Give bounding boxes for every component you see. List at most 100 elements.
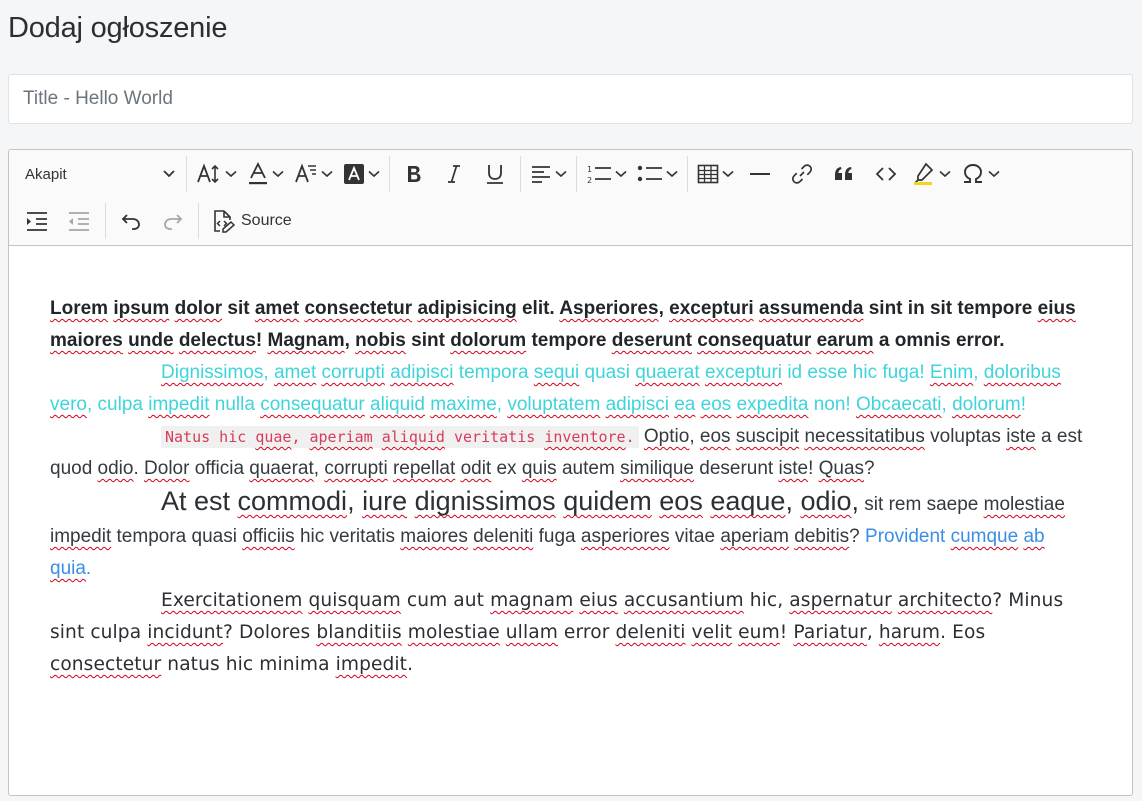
spellcheck-word: dolorum [952,394,1021,415]
bulleted-list-button[interactable] [632,156,683,192]
font-size-icon [197,163,219,184]
spellcheck-word: amet [254,298,300,319]
alignment-button[interactable] [525,156,572,192]
spellcheck-word: eos [699,426,731,447]
rich-text-editor: Akapit 1 2 Source Lorem ipsum dolor sit … [8,149,1133,796]
highlight-button[interactable] [907,156,956,192]
spellcheck-word: Enim [929,362,974,383]
redo-button[interactable] [152,203,194,239]
spellcheck-word: commodi [237,486,348,516]
spellcheck-word: harum [878,622,941,643]
numbered-list-icon: 12 [587,165,611,185]
link-button[interactable] [781,156,823,192]
chevron-down-icon [163,170,175,178]
svg-text:2: 2 [587,176,592,185]
spellcheck-word: impedit [50,526,112,547]
spellcheck-word: adipisci [390,362,454,383]
spellcheck-word: aperiam [309,428,373,446]
bold-button[interactable] [394,156,434,192]
spellcheck-word: Quas [818,458,865,479]
font-color-button[interactable] [242,156,289,192]
editor-content[interactable]: Lorem ipsum dolor sit amet consectetur a… [50,293,1090,681]
special-characters-button[interactable] [956,156,1005,192]
spellcheck-word: iste [778,458,809,479]
spellcheck-word: molestiae [407,622,500,643]
spellcheck-word: repellat [392,458,456,479]
spellcheck-word: aliquid [370,394,425,415]
spellcheck-word: Dolor [144,458,190,479]
spellcheck-word: Obcaecati [855,394,942,415]
spellcheck-word: aspernatur [789,590,892,611]
spellcheck-word: quaerat [249,458,314,479]
title-input[interactable] [8,74,1133,124]
spellcheck-word: eaque [710,486,786,516]
code-icon [875,167,897,181]
spellcheck-word: assumenda [758,298,864,319]
paragraph-cyan: Dignissimos, amet corrupti adipisci temp… [50,362,1061,415]
svg-text:1: 1 [587,165,592,174]
chevron-down-icon [988,170,1000,178]
chevron-down-icon [321,170,333,178]
undo-button[interactable] [110,203,152,239]
blockquote-button[interactable] [823,156,865,192]
editor-toolbar: Akapit 1 2 Source [9,150,1132,246]
spellcheck-word: inventore [544,428,626,446]
spellcheck-word: deserunt [611,330,692,351]
horizontal-line-icon [750,173,770,175]
spellcheck-word: similique [620,458,694,479]
source-button[interactable]: Source [203,203,300,239]
spellcheck-word: consequatur [260,394,365,415]
spellcheck-word: consequatur [697,330,812,351]
code-button[interactable] [865,156,907,192]
spellcheck-word: corrupti [324,458,388,479]
paragraph-bold: Lorem ipsum dolor sit amet consectetur a… [50,298,1076,351]
spellcheck-word: iste [1006,426,1036,447]
font-family-button[interactable] [289,156,338,192]
spellcheck-word: excepturi [669,298,754,319]
outdent-button[interactable] [57,203,101,239]
spellcheck-word: debitis [794,526,850,547]
spellcheck-word: ullam [505,622,558,643]
undo-icon [121,214,140,230]
spellcheck-word: magnam [490,590,574,611]
spellcheck-word: consectetur [50,654,162,675]
font-family-icon [295,163,316,183]
spellcheck-word: dolorum [450,330,527,351]
spellcheck-word: asperiores [580,526,670,547]
spellcheck-word: cumque [950,526,1019,547]
spellcheck-word: ea [674,394,696,415]
paragraph-format-dropdown[interactable]: Akapit [9,156,182,192]
horizontal-line-button[interactable] [739,156,781,192]
spellcheck-word: amet [273,362,317,383]
source-label: Source [241,212,292,229]
spellcheck-word: deleniti [473,526,534,547]
chevron-down-icon [939,170,951,178]
spellcheck-word: maxime [430,394,497,415]
italic-button[interactable] [434,156,474,192]
chevron-down-icon [615,170,627,178]
paragraph-serif: Exercitationem quisquam cum aut magnam e… [50,590,1064,675]
outdent-icon [69,212,89,231]
insert-table-button[interactable] [692,156,739,192]
font-background-color-icon [344,164,364,184]
spellcheck-word: velit [691,622,733,643]
spellcheck-word: quidem [563,486,652,516]
font-background-color-button[interactable] [338,156,385,192]
spellcheck-word: adipisci [605,394,669,415]
toolbar-separator [198,203,199,239]
spellcheck-word: aliquid [381,428,445,446]
font-size-button[interactable] [191,156,242,192]
blockquote-icon [835,167,852,180]
underline-button[interactable] [474,156,516,192]
spellcheck-word: impedit [148,394,210,415]
numbered-list-button[interactable]: 12 [581,156,632,192]
spellcheck-word: adipisicing [417,298,517,319]
table-icon [697,164,719,184]
spellcheck-word: excepturi [704,362,783,383]
spellcheck-word: quae [255,428,292,446]
spellcheck-word: maiores [400,526,468,547]
chevron-down-icon [555,170,567,178]
indent-button[interactable] [9,203,57,239]
spellcheck-word: quisquam [308,590,401,611]
toolbar-separator [105,203,106,239]
